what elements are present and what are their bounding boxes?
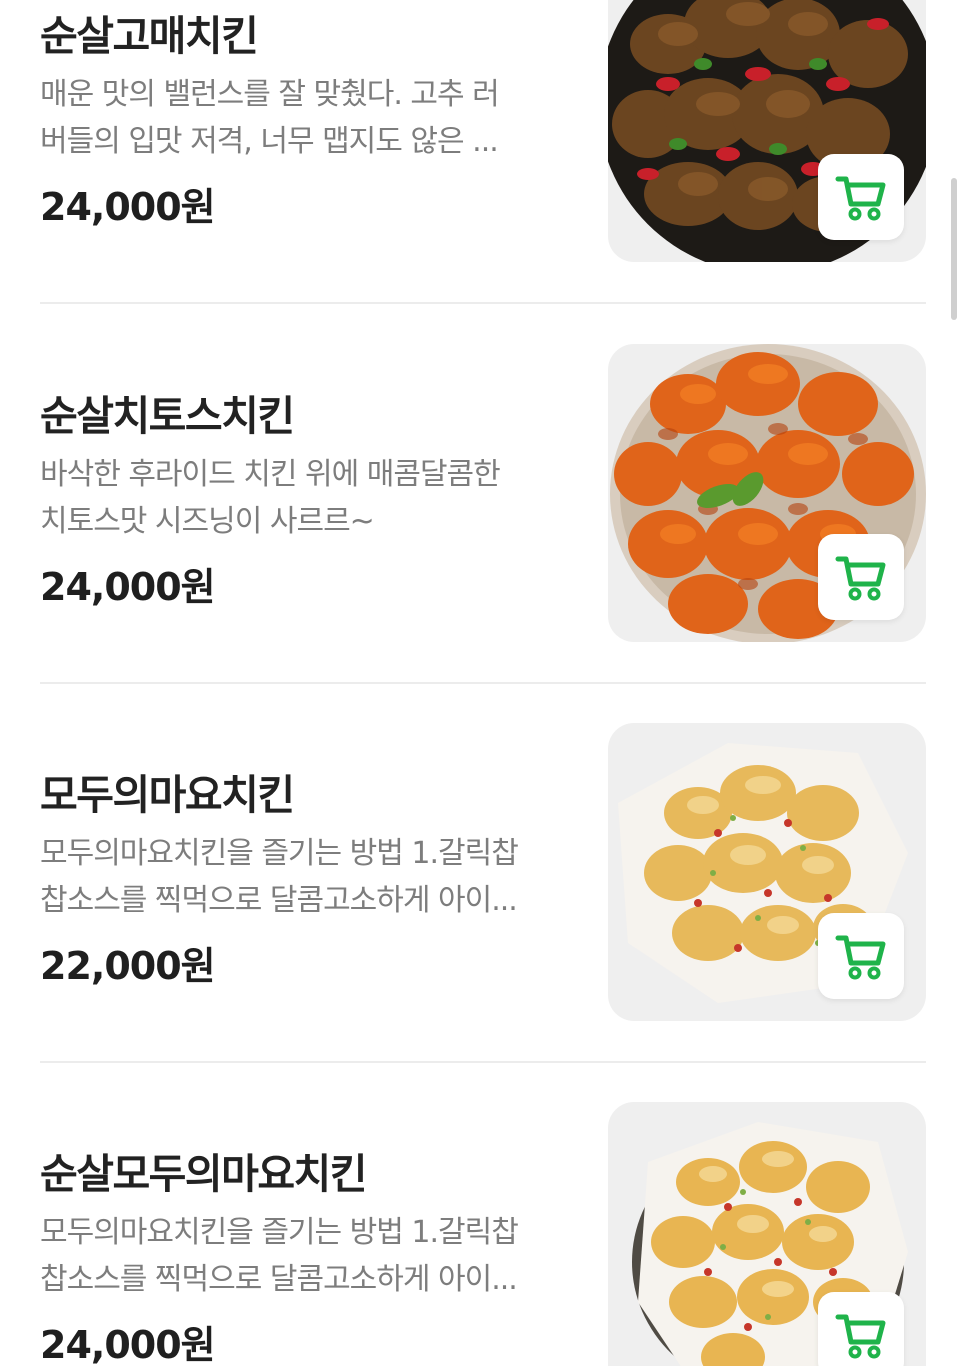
cart-icon [835, 1314, 886, 1359]
cart-icon [835, 176, 886, 221]
cart-icon [835, 935, 886, 980]
menu-item-description-line: 바삭한 후라이드 치킨 위에 매콤달콤한 [40, 457, 501, 492]
menu-item-price: 24,000원 [40, 565, 216, 609]
add-to-cart-button[interactable] [818, 154, 904, 240]
menu-item-description-line: 모두의마요치킨을 즐기는 방법 1.갈릭찹 [40, 836, 519, 871]
add-to-cart-button[interactable] [818, 913, 904, 999]
menu-item-name: 순살치토스치킨 [40, 392, 295, 440]
menu-item-name: 순살고매치킨 [40, 12, 259, 60]
menu-item-image[interactable] [608, 1102, 926, 1366]
menu-item[interactable]: 순살치토스치킨 바삭한 후라이드 치킨 위에 매콤달콤한 치토스맛 시즈닝이 사… [40, 344, 926, 642]
menu-item-image[interactable] [608, 723, 926, 1021]
menu-item-image[interactable] [608, 0, 926, 262]
menu-item-price: 24,000원 [40, 185, 216, 229]
scrollbar[interactable] [951, 178, 957, 320]
menu-item-image[interactable] [608, 344, 926, 642]
menu-item-description-line: 버들의 입맛 저격, 너무 맵지도 않은 ... [40, 124, 499, 159]
menu-item[interactable]: 순살고매치킨 매운 맛의 밸런스를 잘 맞췄다. 고추 러 버들의 입맛 저격,… [40, 0, 926, 262]
menu-item-description: 바삭한 후라이드 치킨 위에 매콤달콤한 치토스맛 시즈닝이 사르르~ [40, 451, 570, 545]
menu-item-description: 모두의마요치킨을 즐기는 방법 1.갈릭찹 찹소스를 찍먹으로 달콤고소하게 아… [40, 830, 570, 924]
menu-item[interactable]: 순살모두의마요치킨 모두의마요치킨을 즐기는 방법 1.갈릭찹 찹소스를 찍먹으… [40, 1102, 926, 1366]
menu-item-description-line: 찹소스를 찍먹으로 달콤고소하게 아이... [40, 883, 518, 918]
menu-item-description-line: 모두의마요치킨을 즐기는 방법 1.갈릭찹 [40, 1215, 519, 1250]
menu-item-description-line: 찹소스를 찍먹으로 달콤고소하게 아이... [40, 1262, 518, 1297]
menu-item-price: 22,000원 [40, 944, 216, 988]
add-to-cart-button[interactable] [818, 1292, 904, 1366]
menu-item[interactable]: 모두의마요치킨 모두의마요치킨을 즐기는 방법 1.갈릭찹 찹소스를 찍먹으로 … [40, 723, 926, 1021]
menu-item-price: 24,000원 [40, 1323, 216, 1366]
menu-item-description-line: 매운 맛의 밸런스를 잘 맞췄다. 고추 러 [40, 77, 500, 112]
divider [40, 682, 926, 684]
menu-list-page: 순살고매치킨 매운 맛의 밸런스를 잘 맞췄다. 고추 러 버들의 입맛 저격,… [0, 0, 966, 1366]
menu-item-description: 매운 맛의 밸런스를 잘 맞췄다. 고추 러 버들의 입맛 저격, 너무 맵지도… [40, 71, 570, 165]
menu-item-name: 순살모두의마요치킨 [40, 1150, 367, 1198]
menu-item-description-line: 치토스맛 시즈닝이 사르르~ [40, 504, 375, 539]
divider [40, 302, 926, 304]
cart-icon [835, 556, 886, 601]
menu-item-description: 모두의마요치킨을 즐기는 방법 1.갈릭찹 찹소스를 찍먹으로 달콤고소하게 아… [40, 1209, 570, 1303]
add-to-cart-button[interactable] [818, 534, 904, 620]
menu-item-name: 모두의마요치킨 [40, 771, 295, 819]
divider [40, 1061, 926, 1063]
